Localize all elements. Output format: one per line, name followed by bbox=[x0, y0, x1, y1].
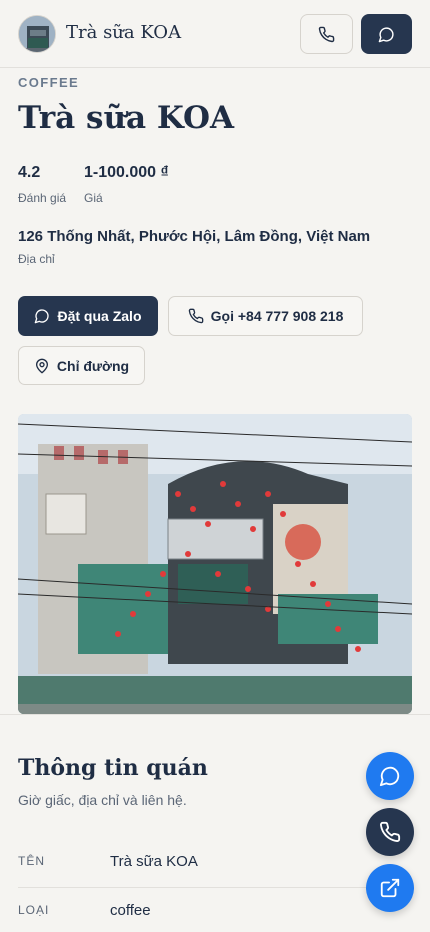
price-value: 1-100.000 ₫ bbox=[84, 164, 169, 181]
address-value: 126 Thống Nhất, Phước Hội, Lâm Đồng, Việ… bbox=[18, 228, 371, 245]
row-divider bbox=[18, 887, 412, 888]
rating-label: Đánh giá bbox=[18, 191, 67, 205]
address-label: Địa chỉ bbox=[18, 252, 55, 266]
call-button-label: Gọi +84 777 908 218 bbox=[210, 308, 344, 324]
rating-value: 4.2 bbox=[18, 164, 41, 181]
price-label: Giá bbox=[84, 191, 103, 205]
info-row-label: LOẠI bbox=[18, 903, 50, 917]
top-bar: Trà sữa KOA bbox=[0, 0, 430, 68]
shop-avatar[interactable] bbox=[18, 15, 56, 53]
header-chat-button[interactable] bbox=[361, 14, 412, 54]
section-divider bbox=[0, 714, 430, 715]
zalo-order-label: Đặt qua Zalo bbox=[57, 308, 142, 324]
chat-bubble-icon bbox=[378, 26, 394, 42]
info-section-subtitle: Giờ giấc, địa chỉ và liên hệ. bbox=[18, 792, 187, 808]
map-pin-icon bbox=[35, 358, 48, 373]
phone-icon bbox=[188, 308, 203, 324]
floating-external-link-button[interactable] bbox=[366, 864, 414, 912]
phone-icon bbox=[380, 821, 401, 842]
chat-bubble-icon bbox=[379, 766, 400, 787]
brand-name: Trà sữa KOA bbox=[66, 22, 182, 43]
phone-icon bbox=[318, 26, 335, 42]
info-row-label: TÊN bbox=[18, 854, 45, 868]
floating-chat-button[interactable] bbox=[366, 752, 414, 800]
price-stat: 1-100.000 ₫ Giá bbox=[84, 164, 169, 205]
header-call-button[interactable] bbox=[300, 14, 353, 54]
call-button[interactable]: Gọi +84 777 908 218 bbox=[168, 296, 363, 336]
rating-stat: 4.2 Đánh giá bbox=[18, 164, 66, 205]
directions-button[interactable]: Chỉ đường bbox=[18, 346, 145, 385]
category-label: COFFEE bbox=[18, 75, 80, 90]
info-row-value: Trà sữa KOA bbox=[110, 853, 198, 870]
info-section-title: Thông tin quán bbox=[18, 755, 208, 781]
floating-call-button[interactable] bbox=[366, 808, 414, 856]
chat-bubble-icon bbox=[35, 309, 50, 324]
page-title: Trà sữa KOA bbox=[18, 100, 235, 136]
info-row-value: coffee bbox=[110, 902, 151, 919]
storefront-photo[interactable] bbox=[18, 414, 412, 714]
external-link-icon bbox=[380, 878, 400, 898]
directions-label: Chỉ đường bbox=[56, 357, 130, 374]
zalo-order-button[interactable]: Đặt qua Zalo bbox=[18, 296, 158, 336]
